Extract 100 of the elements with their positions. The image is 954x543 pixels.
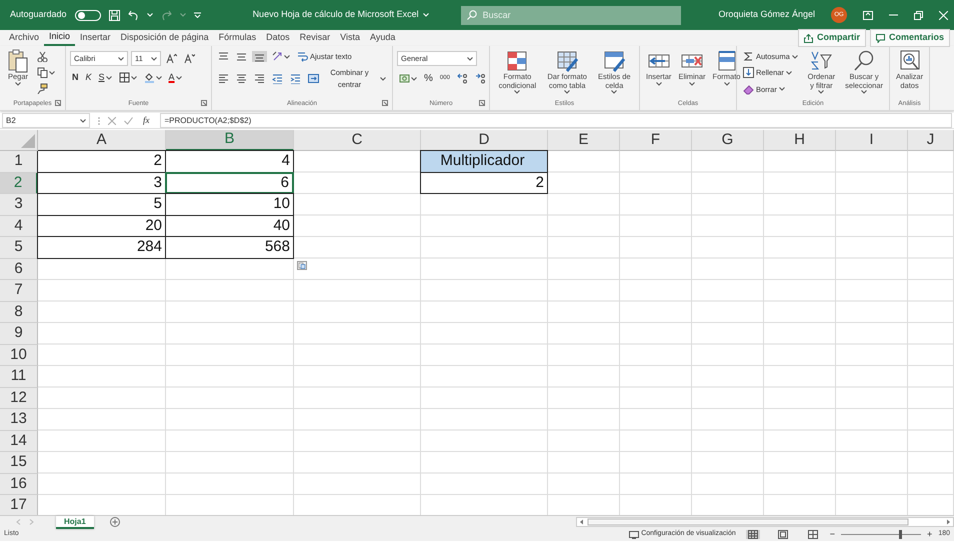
caret-icon[interactable]	[106, 76, 112, 80]
formula-field[interactable]: =PRODUCTO(A2;$D$2)	[160, 113, 952, 128]
sheet-tab[interactable]: Hoja1	[56, 516, 94, 528]
format-button[interactable]: N	[70, 71, 80, 84]
row-header[interactable]: 14	[0, 430, 38, 452]
menu-tab[interactable]: Insertar	[75, 30, 116, 46]
menu-tab[interactable]: Ayuda	[365, 30, 400, 46]
toolbar-button[interactable]	[270, 73, 285, 84]
toolbar-button[interactable]	[234, 73, 249, 84]
column-header[interactable]: C	[294, 130, 421, 151]
slider-thumb[interactable]	[898, 530, 902, 539]
format-button[interactable]: %	[422, 71, 435, 86]
row-header[interactable]: 6	[0, 258, 38, 280]
restore-icon[interactable]	[914, 10, 923, 20]
menu-tab[interactable]: Disposición de página	[116, 30, 214, 46]
table-cell[interactable]: 10	[165, 193, 294, 216]
row-header[interactable]: 12	[0, 388, 38, 409]
undo-icon[interactable]	[128, 10, 139, 20]
view-button[interactable]	[776, 530, 790, 539]
column-header[interactable]: B	[166, 130, 294, 151]
table-cell[interactable]: 568	[165, 236, 294, 258]
name-box[interactable]: B2	[2, 113, 90, 128]
row-header[interactable]: 4	[0, 216, 38, 237]
column-header[interactable]: G	[692, 130, 764, 151]
add-sheet-icon[interactable]	[110, 517, 120, 527]
horizontal-scrollbar[interactable]	[576, 517, 954, 527]
caret-icon[interactable]	[49, 70, 55, 74]
caret-icon[interactable]	[467, 56, 473, 60]
row-header[interactable]: 7	[0, 280, 38, 302]
caret-icon[interactable]	[514, 90, 520, 94]
caret-icon[interactable]	[656, 82, 662, 86]
column-header[interactable]: A	[38, 130, 166, 151]
column-header[interactable]: H	[764, 130, 836, 151]
column-header[interactable]: E	[548, 130, 620, 151]
row-header[interactable]: 2	[0, 172, 38, 194]
toolbar-button[interactable]	[234, 51, 249, 62]
ribbon-display-icon[interactable]	[863, 10, 873, 20]
caret-icon[interactable]	[151, 56, 157, 60]
toolbar-button[interactable]	[116, 72, 139, 84]
table-cell[interactable]: 5	[37, 193, 166, 216]
row-header[interactable]: 1	[0, 151, 38, 172]
caret-icon[interactable]	[284, 54, 290, 59]
row-header[interactable]: 11	[0, 366, 38, 388]
toolbar-button[interactable]	[182, 53, 197, 64]
menu-tab[interactable]: Datos	[261, 30, 295, 46]
caret-icon[interactable]	[792, 54, 798, 59]
table-cell[interactable]: 6	[165, 172, 294, 194]
caret-icon[interactable]	[15, 82, 21, 86]
caret-icon[interactable]	[786, 70, 792, 75]
row-header[interactable]: 10	[0, 344, 38, 366]
row-header[interactable]: 17	[0, 495, 38, 515]
row-header[interactable]: 3	[0, 194, 38, 216]
caret-icon[interactable]	[380, 76, 386, 80]
insert-function-button[interactable]: fx	[141, 114, 152, 128]
table-cell[interactable]: 284	[37, 236, 166, 258]
column-header[interactable]: J	[908, 130, 954, 151]
view-button[interactable]	[806, 530, 820, 539]
toolbar-button[interactable]	[164, 53, 179, 64]
caret-icon[interactable]	[818, 90, 824, 94]
format-button[interactable]: A	[166, 71, 184, 84]
share-button[interactable]: Compartir	[798, 29, 866, 47]
format-button[interactable]: S	[96, 71, 114, 84]
dialog-launcher-icon[interactable]	[201, 100, 207, 106]
toolbar-button[interactable]	[270, 51, 292, 62]
row-header[interactable]: 8	[0, 302, 38, 323]
dialog-launcher-icon[interactable]	[55, 100, 61, 106]
menu-tab[interactable]: Fórmulas	[214, 30, 262, 46]
caret-icon[interactable]	[176, 76, 182, 80]
search-field[interactable]: Buscar	[460, 6, 681, 24]
row-header[interactable]: 16	[0, 474, 38, 495]
table-cell[interactable]: Multiplicador	[420, 150, 548, 172]
row-header[interactable]: 5	[0, 237, 38, 258]
toolbar-button[interactable]	[35, 67, 57, 78]
caret-icon[interactable]	[611, 90, 618, 94]
zoom-out-button[interactable]: −	[828, 528, 838, 542]
toolbar-button[interactable]	[288, 73, 303, 84]
menu-tab[interactable]: Vista	[335, 30, 366, 46]
caret-icon[interactable]	[688, 82, 695, 86]
caret-icon[interactable]	[724, 82, 730, 86]
menu-tab[interactable]: Revisar	[294, 30, 336, 46]
caret-icon[interactable]	[80, 118, 86, 122]
autosave-toggle[interactable]	[74, 10, 101, 20]
toolbar-button[interactable]	[35, 83, 50, 94]
dialog-launcher-icon[interactable]	[382, 100, 388, 106]
column-header[interactable]: D	[421, 130, 548, 151]
row-header[interactable]: 13	[0, 409, 38, 430]
caret-icon[interactable]	[411, 76, 417, 80]
customize-icon[interactable]	[194, 12, 201, 18]
zoom-in-button[interactable]: +	[925, 528, 934, 542]
table-cell[interactable]: 2	[420, 172, 548, 194]
caret-icon[interactable]	[564, 90, 570, 94]
toolbar-button[interactable]	[252, 73, 267, 84]
toolbar-button[interactable]	[35, 51, 50, 62]
column-header[interactable]: F	[620, 130, 692, 151]
toolbar-button[interactable]	[252, 51, 267, 62]
row-header[interactable]: 15	[0, 452, 38, 474]
toolbar-button[interactable]	[454, 73, 470, 84]
caret-icon[interactable]	[118, 56, 124, 60]
format-button[interactable]: K	[84, 71, 94, 84]
toolbar-button[interactable]	[216, 73, 231, 84]
